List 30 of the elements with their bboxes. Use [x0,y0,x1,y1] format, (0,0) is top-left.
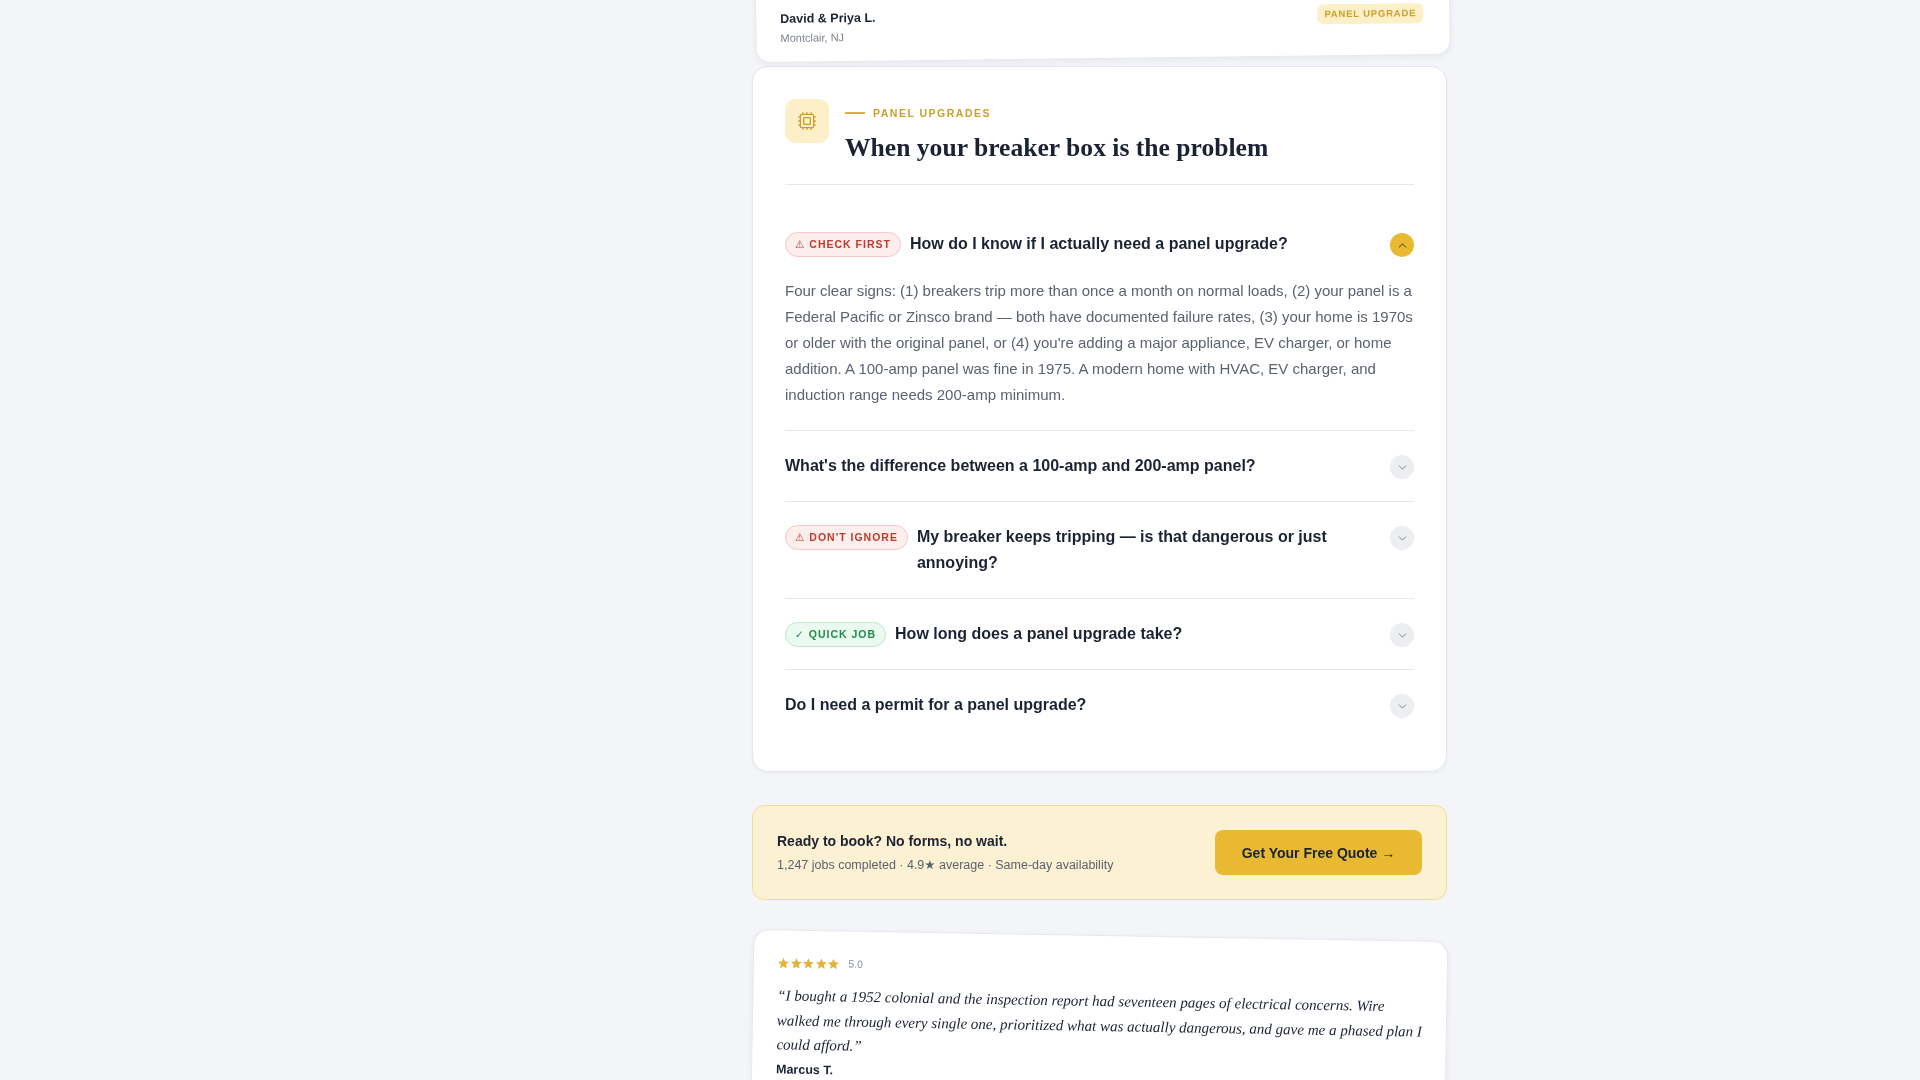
faq-question[interactable]: Do I need a permit for a panel upgrade? [785,692,1366,718]
star-icon [815,957,827,969]
faq-tag: ✓ QUICK JOB [785,621,887,647]
chip-icon [785,99,829,143]
faq-answer: Four clear signs: (1) breakers trip more than once a month on normal loads, (2) your panel is a Federal Pacific or Zinsco brand — both have documented failure rates, (3) your home is 1970s or older with the original panel, or (4) you're adding a major appliance, EV charger, or home addition. A 100-amp panel was fine in 1975. A modern home with HVAC, EV charger, and induction range needs 200-amp minimum. [785,281,1414,405]
star-icon [827,957,840,969]
expand-toggle[interactable] [1390,526,1414,550]
faq-question[interactable]: How long does a panel upgrade take? [895,621,1366,647]
faq-question[interactable]: What's the difference between a 100-amp and 200-amp panel? [785,453,1366,479]
section-title: When your breaker box is the problem [845,132,1269,164]
reviewer-name: David & Priya L. [780,9,876,27]
faq-question[interactable]: How do I know if I actually need a panel upgrade? [909,231,1366,257]
faq-tag: ⚠ DON'T IGNORE [785,524,908,550]
expand-toggle[interactable] [1390,694,1414,718]
quote-button[interactable]: Get Your Free Quote → [1215,830,1422,875]
faq-question[interactable]: My breaker keeps tripping — is that dangerous or just annoying? [916,524,1366,576]
star-icon [802,957,815,969]
rating-value: 5.0 [848,957,864,970]
star-icon [790,957,802,969]
category-tag: PANEL UPGRADE [1317,3,1424,25]
faq-tag: ⚠ CHECK FIRST [785,231,901,257]
cta-stats: 1,247 jobs completed · 4.9★ average · Same-day availability [777,857,1114,874]
star-icon [777,956,790,969]
cta-title: Ready to book? No forms, no wait. [777,832,1009,851]
reviewer-location: Montclair, NJ [780,30,846,45]
reviewer-name: Marcus T. [775,1060,835,1079]
expand-toggle[interactable] [1390,233,1414,257]
expand-toggle[interactable] [1390,623,1414,647]
section-eyebrow: PANEL UPGRADES [845,106,1269,120]
expand-toggle[interactable] [1390,455,1414,479]
